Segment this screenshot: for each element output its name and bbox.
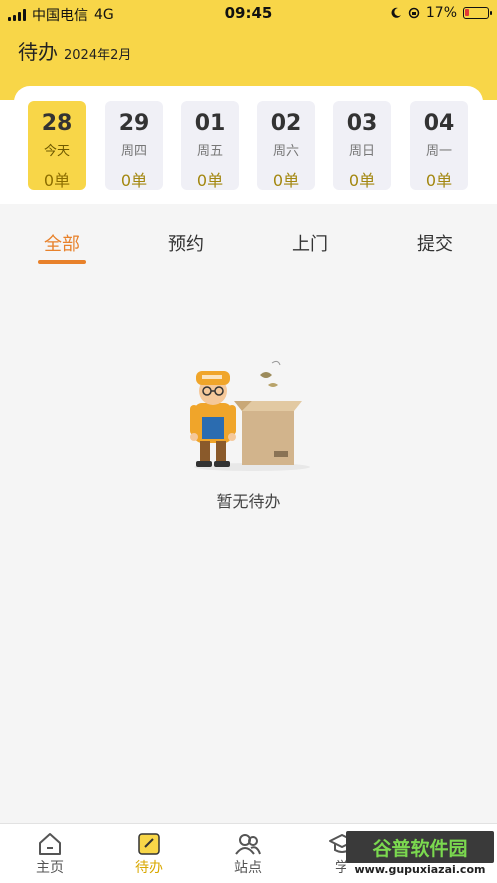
day-cell-04[interactable]: 04 周一 0单 [410,101,468,190]
day-number: 03 [346,111,378,136]
empty-message: 暂无待办 [216,492,281,511]
battery-fill [465,9,469,16]
day-cell-01[interactable]: 01 周五 0单 [181,101,239,190]
tabbar-item-home[interactable]: 主页 [10,824,90,883]
filter-tabs: 全部 预约 上门 提交 [0,220,497,270]
day-number: 02 [270,111,302,136]
tabbar-item-station[interactable]: 站点 [208,824,288,883]
day-weekday: 周五 [196,144,223,159]
day-cell-29[interactable]: 29 周四 0单 [105,101,163,190]
watermark-logo: 谷普软件园 [346,831,494,863]
day-weekday: 周四 [120,144,147,159]
page-header: 待办 2024年2月 [18,36,131,65]
empty-illustration [190,360,310,471]
day-number: 28 [41,111,73,136]
battery-percent: 17% [425,5,457,21]
day-count: 0单 [272,171,300,190]
day-cell-02[interactable]: 02 周六 0单 [257,101,315,190]
tab-onsite[interactable]: 上门 [270,230,350,256]
day-number: 04 [423,111,455,136]
tabbar-item-todo[interactable]: 待办 [109,824,189,883]
page-title: 待办 [18,40,58,64]
tab-active-indicator [38,260,86,264]
day-weekday: 周日 [348,144,375,159]
home-icon [39,833,61,855]
day-cell-28[interactable]: 28 今天 0单 [28,101,86,190]
day-count: 0单 [120,171,148,190]
day-cell-03[interactable]: 03 周日 0单 [333,101,391,190]
tabbar-label: 待办 [135,860,163,876]
day-weekday: 周六 [272,144,299,159]
day-weekday: 今天 [43,144,70,159]
status-right: 17% [390,5,492,21]
month-label: 2024年2月 [64,48,132,63]
moon-icon [391,7,401,18]
tab-appointment[interactable]: 预约 [146,230,226,256]
tab-all[interactable]: 全部 [22,230,102,256]
todo-icon [138,833,160,855]
station-icon [235,834,261,855]
day-number: 01 [194,111,226,136]
day-count: 0单 [196,171,224,190]
tabbar-label: 主页 [36,860,64,876]
watermark-url: www.gupuxiazai.com [346,863,494,881]
day-weekday: 周一 [425,144,452,159]
battery-icon [463,7,492,19]
day-count: 0单 [43,171,71,190]
rotation-lock-icon [408,7,420,19]
status-bar: 中国电信 4G 09:45 17% [0,0,497,26]
tabbar-label: 站点 [234,860,262,876]
day-number: 29 [118,111,150,136]
day-count: 0单 [348,171,376,190]
day-count: 0单 [425,171,453,190]
tab-submit[interactable]: 提交 [395,230,475,256]
